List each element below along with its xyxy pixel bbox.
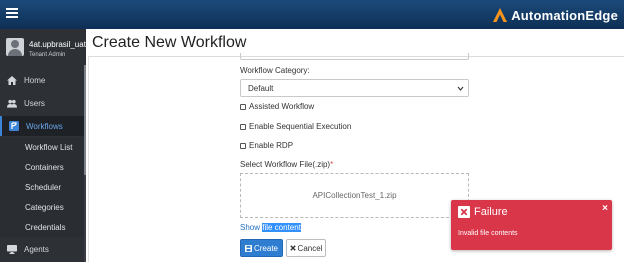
- workflow-file-label: Select Workflow File(.zip)*: [240, 160, 333, 169]
- sidebar-item-label: Home: [24, 75, 46, 85]
- sidebar-item-label: Workflows: [26, 121, 63, 131]
- create-button[interactable]: Create: [240, 239, 283, 257]
- user-name: 4at.upbrasil_uat: [29, 40, 86, 49]
- description-textarea[interactable]: [240, 53, 469, 60]
- home-icon: [7, 75, 17, 85]
- sidebar-scrollbar-thumb[interactable]: [84, 65, 86, 175]
- sidebar-item-label: Users: [24, 98, 45, 108]
- create-label: Create: [253, 243, 278, 253]
- required-mark: *: [330, 160, 334, 169]
- show-link-selected-text: file content: [262, 223, 301, 232]
- sidebar: 4at.upbrasil_uat Tenant Admin Home Users…: [0, 29, 86, 262]
- enable-rdp-checkbox[interactable]: [240, 142, 246, 149]
- content-left-border: [88, 57, 89, 262]
- users-icon: [7, 98, 17, 108]
- sidebar-subitem-credentials[interactable]: Credentials: [0, 217, 86, 237]
- assisted-workflow-label: Assisted Workflow: [249, 102, 315, 111]
- top-bar: AutomationEdge: [0, 0, 624, 29]
- workflow-category-value: Default: [248, 83, 274, 93]
- sequential-execution-checkbox[interactable]: [240, 123, 246, 130]
- sidebar-subitem-scheduler[interactable]: Scheduler: [0, 177, 86, 197]
- toast-title: Failure: [474, 206, 508, 218]
- avatar: [6, 38, 24, 56]
- toast-message: Invalid file contents: [458, 230, 518, 237]
- assisted-workflow-option[interactable]: Assisted Workflow: [240, 102, 314, 111]
- automationedge-logo-icon: [493, 8, 508, 22]
- workflow-icon: [9, 121, 19, 131]
- sequential-execution-label: Enable Sequential Execution: [249, 122, 352, 131]
- sidebar-item-workflows[interactable]: Workflows: [0, 116, 86, 136]
- sidebar-item-label: Agents: [24, 244, 49, 254]
- assisted-workflow-checkbox[interactable]: [240, 103, 246, 110]
- cancel-button[interactable]: Cancel: [286, 239, 326, 257]
- sidebar-item-agents[interactable]: Agents: [0, 239, 86, 259]
- enable-rdp-label: Enable RDP: [249, 141, 294, 150]
- hamburger-menu-icon[interactable]: [6, 8, 18, 18]
- sidebar-item-users[interactable]: Users: [0, 93, 86, 113]
- user-profile: 4at.upbrasil_uat Tenant Admin: [0, 29, 86, 65]
- user-role: Tenant Admin: [29, 52, 66, 58]
- show-file-content-link[interactable]: Show file content: [240, 223, 301, 232]
- sidebar-subitem-containers[interactable]: Containers: [0, 157, 86, 177]
- failure-toast: Failure × Invalid file contents: [451, 200, 612, 250]
- close-icon: [289, 245, 296, 251]
- workflow-category-label: Workflow Category:: [240, 66, 310, 75]
- show-link-text: Show: [240, 223, 263, 232]
- enable-rdp-option[interactable]: Enable RDP: [240, 141, 293, 150]
- workflow-category-select[interactable]: Default: [240, 79, 469, 97]
- cancel-label: Cancel: [297, 243, 323, 253]
- toast-close-button[interactable]: ×: [602, 203, 608, 214]
- file-dropzone[interactable]: APICollectionTest_1.zip: [240, 173, 469, 218]
- save-icon: [244, 244, 252, 252]
- sidebar-subitem-categories[interactable]: Categories: [0, 197, 86, 217]
- brand-logo: AutomationEdge: [492, 6, 618, 24]
- sequential-execution-option[interactable]: Enable Sequential Execution: [240, 122, 351, 131]
- workflow-file-label-text: Select Workflow File(.zip): [240, 160, 331, 169]
- brand-name: AutomationEdge: [511, 7, 618, 23]
- sidebar-item-home[interactable]: Home: [0, 70, 86, 90]
- page-title: Create New Workflow: [92, 34, 247, 51]
- toast-header: Failure: [458, 206, 508, 218]
- monitor-icon: [7, 244, 17, 254]
- sidebar-subitem-workflow-list[interactable]: Workflow List: [0, 137, 86, 157]
- chevron-down-icon: [457, 86, 464, 91]
- error-icon: [458, 206, 470, 218]
- selected-file-name: APICollectionTest_1.zip: [312, 191, 397, 200]
